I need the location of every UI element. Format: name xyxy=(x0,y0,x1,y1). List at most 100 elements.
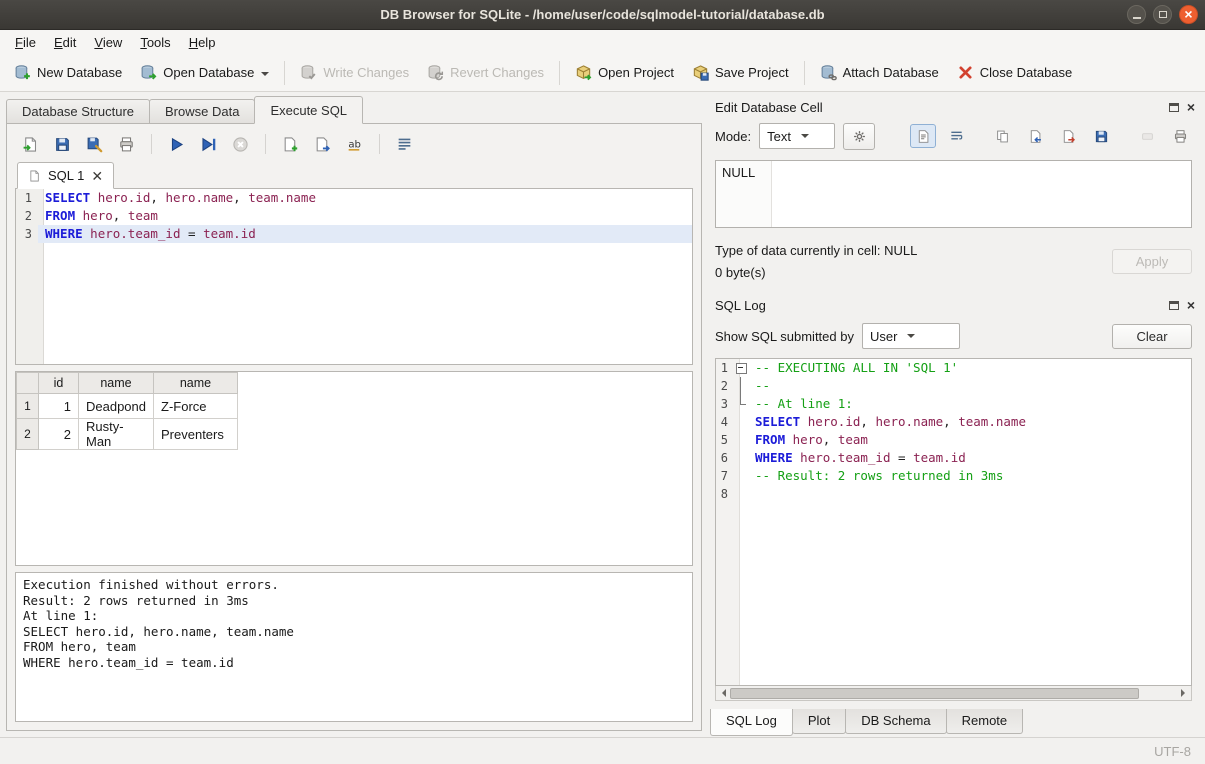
close-database-button[interactable]: Close Database xyxy=(949,59,1081,86)
execution-message-area: Execution finished without errors. Resul… xyxy=(15,572,693,722)
open-project-button[interactable]: Open Project xyxy=(567,59,682,86)
new-sql-tab-button[interactable] xyxy=(277,131,304,157)
minimize-icon xyxy=(1133,17,1141,19)
tab-browse-data[interactable]: Browse Data xyxy=(149,99,255,124)
tab-db-schema[interactable]: DB Schema xyxy=(845,709,946,734)
line-number: 8 xyxy=(716,485,734,503)
save-icon xyxy=(1094,129,1109,144)
export-file-button[interactable] xyxy=(1055,124,1081,148)
column-header-id[interactable]: id xyxy=(39,373,79,394)
attach-database-button[interactable]: Attach Database xyxy=(812,59,947,86)
horizontal-scrollbar[interactable] xyxy=(715,686,1192,701)
mode-combobox[interactable]: Text xyxy=(759,123,835,149)
sql-log-dock-title: SQL Log × xyxy=(710,294,1197,316)
cell-icon-row xyxy=(910,124,1197,148)
float-dock-icon[interactable] xyxy=(1169,103,1179,112)
cell-value-editor[interactable]: NULL xyxy=(715,160,1192,228)
cell[interactable]: Preventers xyxy=(154,419,238,450)
edit-cell-dock-title: Edit Database Cell × xyxy=(710,96,1197,118)
tab-sql-log[interactable]: SQL Log xyxy=(710,709,793,736)
code-line: 1SELECT hero.id, hero.name, team.name xyxy=(16,189,692,207)
column-header-name2[interactable]: name xyxy=(154,373,238,394)
submitted-by-combobox[interactable]: User xyxy=(862,323,960,349)
tab-plot[interactable]: Plot xyxy=(792,709,846,734)
import-file-button[interactable] xyxy=(1022,124,1048,148)
cell-editor-content[interactable] xyxy=(772,161,1191,227)
tab-remote[interactable]: Remote xyxy=(946,709,1024,734)
print-cell-button[interactable] xyxy=(1167,124,1193,148)
column-header-name[interactable]: name xyxy=(79,373,154,394)
print-sql-button[interactable] xyxy=(113,131,140,157)
find-replace-button[interactable]: ab xyxy=(341,131,368,157)
code-line: 2FROM hero, team xyxy=(16,207,692,225)
save-project-button[interactable]: Save Project xyxy=(684,59,797,86)
set-null-button xyxy=(1134,124,1160,148)
sql-tab-bar: SQL 1 ✕ xyxy=(15,161,693,189)
clear-button[interactable]: Clear xyxy=(1112,324,1192,349)
close-dock-icon[interactable]: × xyxy=(1187,298,1195,312)
close-dock-icon[interactable]: × xyxy=(1187,100,1195,114)
execute-all-button[interactable] xyxy=(163,131,190,157)
save-sql-as-button[interactable] xyxy=(81,131,108,157)
open-sql-tab-button[interactable] xyxy=(309,131,336,157)
format-sql-button[interactable] xyxy=(391,131,418,157)
menu-tools[interactable]: Tools xyxy=(131,32,179,53)
menu-view[interactable]: View xyxy=(85,32,131,53)
scrollbar-thumb[interactable] xyxy=(730,688,1139,699)
execute-all-icon xyxy=(168,136,185,153)
copy-icon xyxy=(995,129,1010,144)
line-number: 7 xyxy=(716,467,734,485)
cell[interactable]: Deadpond xyxy=(79,394,154,419)
menu-file[interactable]: File xyxy=(6,32,45,53)
fold-marker xyxy=(734,395,748,413)
execute-line-button[interactable] xyxy=(195,131,222,157)
sql-1-tab[interactable]: SQL 1 ✕ xyxy=(17,162,114,189)
cell[interactable]: 2 xyxy=(39,419,79,450)
code-text: FROM hero, team xyxy=(38,207,692,225)
maximize-button[interactable] xyxy=(1153,5,1172,24)
cell[interactable]: 1 xyxy=(39,394,79,419)
scroll-left-arrow[interactable] xyxy=(716,687,730,700)
auto-mode-button[interactable] xyxy=(843,123,875,150)
app-window: DB Browser for SQLite - /home/user/code/… xyxy=(0,0,1205,764)
open-database-dropdown-icon[interactable] xyxy=(261,72,269,80)
panel-splitter[interactable] xyxy=(702,92,710,737)
save-cell-button[interactable] xyxy=(1088,124,1114,148)
menu-help[interactable]: Help xyxy=(180,32,225,53)
new-database-button[interactable]: New Database xyxy=(6,59,130,86)
code-line: 8 xyxy=(716,485,1191,503)
copy-button[interactable] xyxy=(989,124,1015,148)
code-text: -- EXECUTING ALL IN 'SQL 1' xyxy=(748,359,1191,377)
line-number: 6 xyxy=(716,449,734,467)
new-database-label: New Database xyxy=(37,65,122,80)
sql-log-editor[interactable]: 1-- EXECUTING ALL IN 'SQL 1'2--3-- At li… xyxy=(715,358,1192,686)
sql-editor[interactable]: 1SELECT hero.id, hero.name, team.name2FR… xyxy=(15,189,693,365)
menu-edit[interactable]: Edit xyxy=(45,32,85,53)
set-null-icon xyxy=(1140,129,1155,144)
chevron-down-icon xyxy=(801,134,809,142)
cell[interactable]: Rusty-Man xyxy=(79,419,154,450)
encoding-indicator[interactable]: UTF-8 xyxy=(1154,744,1191,759)
save-project-icon xyxy=(692,64,709,81)
scroll-right-arrow[interactable] xyxy=(1177,687,1191,700)
open-database-button[interactable]: Open Database xyxy=(132,59,277,86)
results-grid[interactable]: id name name 1 1 Deadpond Z-Force 2 xyxy=(15,371,693,566)
sql-log-filter-row: Show SQL submitted by User Clear xyxy=(715,322,1192,350)
save-sql-file-button[interactable] xyxy=(49,131,76,157)
float-dock-icon[interactable] xyxy=(1169,301,1179,310)
main-tab-bar: Database Structure Browse Data Execute S… xyxy=(6,96,702,124)
open-sql-file-button[interactable] xyxy=(17,131,44,157)
tab-execute-sql[interactable]: Execute SQL xyxy=(254,96,363,124)
window-controls: × xyxy=(1127,5,1198,24)
minimize-button[interactable] xyxy=(1127,5,1146,24)
line-number: 3 xyxy=(716,395,734,413)
tab-database-structure[interactable]: Database Structure xyxy=(6,99,150,124)
toolbar-separator xyxy=(559,61,560,85)
text-view-button[interactable] xyxy=(910,124,936,148)
close-button[interactable]: × xyxy=(1179,5,1198,24)
word-wrap-button[interactable] xyxy=(943,124,969,148)
fold-marker[interactable] xyxy=(734,359,748,377)
titlebar: DB Browser for SQLite - /home/user/code/… xyxy=(0,0,1205,30)
close-tab-icon[interactable]: ✕ xyxy=(91,169,103,183)
cell[interactable]: Z-Force xyxy=(154,394,238,419)
